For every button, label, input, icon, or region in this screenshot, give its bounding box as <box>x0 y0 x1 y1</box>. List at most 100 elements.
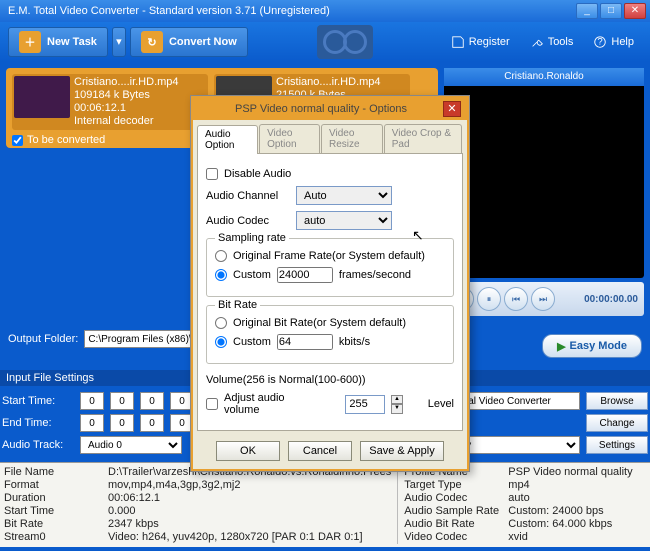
options-dialog: PSP Video normal quality - Options ✕ Aud… <box>190 95 470 472</box>
change-button[interactable]: Change <box>586 414 648 432</box>
bitrate-legend: Bit Rate <box>215 299 260 311</box>
help-link[interactable]: ? Help <box>585 35 642 49</box>
end-s[interactable] <box>140 414 164 432</box>
volume-input[interactable] <box>345 395 385 414</box>
reel-logo <box>317 25 373 59</box>
info-row: Audio Sample RateCustom: 24000 bps <box>404 505 646 518</box>
window-titlebar: E.M. Total Video Converter - Standard ve… <box>0 0 650 22</box>
queue-filesize: 109184 k Bytes <box>74 89 179 102</box>
queue-decoder: Internal decoder <box>74 115 179 128</box>
start-m[interactable] <box>110 392 134 410</box>
next-button[interactable]: ⏭ <box>531 287 555 311</box>
custom-framerate-radio[interactable] <box>215 269 227 281</box>
disable-audio-label: Disable Audio <box>224 168 291 180</box>
tab-video-crop[interactable]: Video Crop & Pad <box>384 124 462 153</box>
start-s[interactable] <box>140 392 164 410</box>
pause-button[interactable]: ⏸ <box>477 287 501 311</box>
to-be-converted-label: To be converted <box>27 134 105 146</box>
info-row: Bit Rate2347 kbps <box>4 518 391 531</box>
queue-item[interactable]: Cristiano....ir.HD.mp4 109184 k Bytes 00… <box>12 74 208 130</box>
tab-video-option[interactable]: Video Option <box>259 124 320 153</box>
info-row: Stream0Video: h264, yuv420p, 1280x720 [P… <box>4 531 391 544</box>
disable-audio-checkbox[interactable] <box>206 168 218 180</box>
window-title: E.M. Total Video Converter - Standard ve… <box>4 5 576 17</box>
original-framerate-label: Original Frame Rate(or System default) <box>233 250 425 262</box>
output-folder-label: Output Folder: <box>8 333 78 345</box>
info-row: Target Typemp4 <box>404 479 646 492</box>
custom-label: Custom <box>233 336 271 348</box>
dialog-close-button[interactable]: ✕ <box>443 101 461 117</box>
dialog-titlebar: PSP Video normal quality - Options ✕ <box>193 98 467 120</box>
ok-button[interactable]: OK <box>216 441 280 461</box>
tab-audio-option[interactable]: Audio Option <box>197 125 258 154</box>
cancel-button[interactable]: Cancel <box>288 441 352 461</box>
sampling-legend: Sampling rate <box>215 232 289 244</box>
convert-icon: ↻ <box>141 31 163 53</box>
audio-codec-label: Audio Codec <box>206 215 290 227</box>
info-row: Start Time0.000 <box>4 505 391 518</box>
new-task-button[interactable]: ＋ New Task <box>8 27 108 57</box>
audio-channel-select[interactable]: Auto <box>296 186 392 205</box>
settings-button[interactable]: Settings <box>586 436 648 454</box>
original-framerate-radio[interactable] <box>215 250 227 262</box>
info-row: Audio Codecauto <box>404 492 646 505</box>
info-row: Formatmov,mp4,m4a,3gp,3g2,mj2 <box>4 479 391 492</box>
start-time-label: Start Time: <box>2 395 74 407</box>
register-link[interactable]: Register <box>443 35 518 49</box>
audio-codec-select[interactable]: auto <box>296 211 392 230</box>
playback-controls: ▶ ⏸ ⏮ ⏭ 00:00:00.00 <box>444 282 644 316</box>
custom-label: Custom <box>233 269 271 281</box>
file-info-panel: File NameD:\Trailer\varzeshi\Cristiano.R… <box>0 462 650 547</box>
register-icon <box>451 35 465 49</box>
easy-mode-button[interactable]: ▶ Easy Mode <box>542 334 642 358</box>
info-row: Video Codecxvid <box>404 531 646 544</box>
new-task-icon: ＋ <box>19 31 41 53</box>
close-button[interactable]: ✕ <box>624 3 646 19</box>
original-bitrate-radio[interactable] <box>215 317 227 329</box>
svg-text:?: ? <box>598 37 603 48</box>
queue-duration: 00:06:12.1 <box>74 102 179 115</box>
audio-channel-label: Audio Channel <box>206 190 290 202</box>
video-thumbnail <box>14 76 70 118</box>
dialog-title: PSP Video normal quality - Options <box>199 103 443 115</box>
main-toolbar: ＋ New Task ▾ ↻ Convert Now Register Tool… <box>0 22 650 62</box>
original-bitrate-label: Original Bit Rate(or System default) <box>233 317 406 329</box>
maximize-button[interactable]: □ <box>600 3 622 19</box>
dialog-tabs: Audio Option Video Option Video Resize V… <box>193 120 467 153</box>
audio-track-label: Audio Track: <box>2 439 74 451</box>
tab-video-resize[interactable]: Video Resize <box>321 124 383 153</box>
end-m[interactable] <box>110 414 134 432</box>
convert-now-button[interactable]: ↻ Convert Now <box>130 27 248 57</box>
minimize-button[interactable]: _ <box>576 3 598 19</box>
volume-note: Volume(256 is Normal(100-600)) <box>206 374 454 386</box>
info-row: Duration00:06:12.1 <box>4 492 391 505</box>
tools-icon <box>530 35 544 49</box>
adjust-volume-label: Adjust audio volume <box>224 392 317 416</box>
level-label: Level <box>428 398 454 410</box>
volume-spinner[interactable]: ▲▼ <box>391 395 402 414</box>
custom-bitrate-radio[interactable] <box>215 336 227 348</box>
queue-filename: Cristiano....ir.HD.mp4 <box>74 76 179 89</box>
bitrate-input[interactable] <box>277 334 333 350</box>
end-h[interactable] <box>80 414 104 432</box>
tools-link[interactable]: Tools <box>522 35 582 49</box>
sampling-rate-group: Sampling rate Original Frame Rate(or Sys… <box>206 238 454 297</box>
adjust-volume-checkbox[interactable] <box>206 398 218 410</box>
preview-panel: Cristiano.Ronaldo <box>444 68 644 278</box>
to-be-converted-checkbox[interactable] <box>12 135 23 146</box>
bitrate-unit: kbits/s <box>339 336 370 348</box>
preview-title: Cristiano.Ronaldo <box>444 68 644 86</box>
playback-time: 00:00:00.00 <box>584 294 638 305</box>
start-h[interactable] <box>80 392 104 410</box>
bitrate-group: Bit Rate Original Bit Rate(or System def… <box>206 305 454 364</box>
audio-track-select[interactable]: Audio 0 <box>80 436 182 454</box>
prev-button[interactable]: ⏮ <box>504 287 528 311</box>
help-icon: ? <box>593 35 607 49</box>
easy-mode-icon: ▶ <box>557 340 565 353</box>
save-apply-button[interactable]: Save & Apply <box>360 441 444 461</box>
sample-rate-input[interactable] <box>277 267 333 283</box>
sample-unit: frames/second <box>339 269 411 281</box>
new-task-dropdown[interactable]: ▾ <box>112 27 126 57</box>
browse-button[interactable]: Browse <box>586 392 648 410</box>
new-task-label: New Task <box>47 36 97 48</box>
